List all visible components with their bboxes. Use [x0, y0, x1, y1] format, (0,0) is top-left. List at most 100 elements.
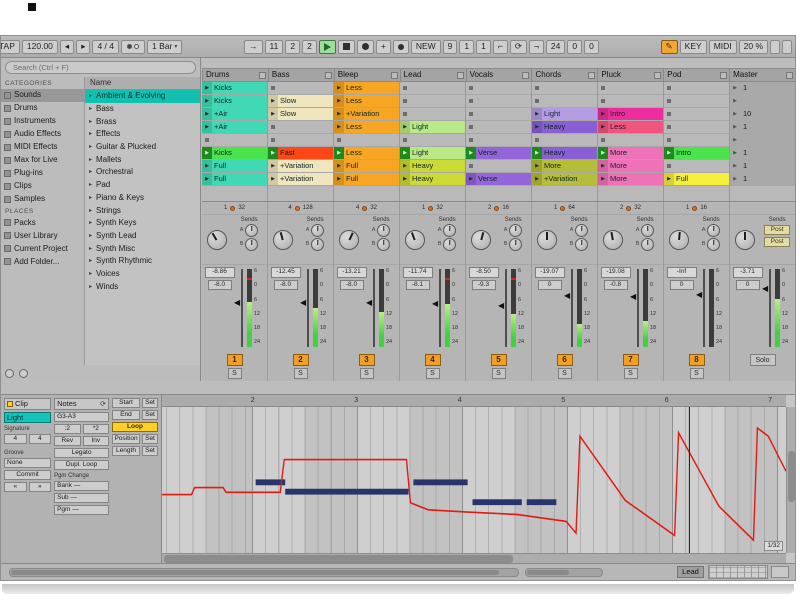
send-knob-b[interactable]: [443, 238, 456, 251]
note-range-field[interactable]: G3-A3: [54, 412, 109, 422]
clip-air[interactable]: ▶+Air: [202, 108, 267, 120]
io-routing[interactable]: 132: [400, 202, 465, 215]
clip-slot[interactable]: [664, 160, 729, 173]
clip-slot[interactable]: ▶More: [598, 160, 663, 173]
clip-slot[interactable]: [268, 134, 333, 147]
clip-play-icon[interactable]: ▶: [664, 173, 674, 185]
clip-play-icon[interactable]: ▶: [202, 121, 212, 133]
clip-slot[interactable]: ▶Less: [334, 147, 399, 160]
clip-play-icon[interactable]: ▶: [400, 173, 410, 185]
editor-lanes[interactable]: 1/32: [162, 407, 786, 553]
cue-post-button-b[interactable]: Post: [764, 237, 790, 247]
clip-kicks[interactable]: ▶Kicks: [202, 82, 267, 94]
loop-length-sixteenths[interactable]: 0: [584, 40, 599, 54]
tab-notes[interactable]: Notes⟳: [54, 398, 109, 410]
clip-slot[interactable]: [400, 134, 465, 147]
commit-button[interactable]: Commit: [4, 470, 51, 480]
signature-numerator-field[interactable]: 4: [4, 434, 27, 444]
clip-slot[interactable]: ▶Less: [334, 121, 399, 134]
clip-slot[interactable]: ▶More: [598, 173, 663, 186]
send-knob-a[interactable]: [641, 224, 654, 237]
io-routing[interactable]: 216: [466, 202, 531, 215]
volume-value-field[interactable]: 0: [670, 280, 694, 290]
browser-item-synth-lead[interactable]: ▸Synth Lead: [85, 230, 200, 243]
peak-level-display[interactable]: -8.50: [469, 267, 499, 278]
io-routing[interactable]: 4128: [268, 202, 333, 215]
position-set-button[interactable]: Set: [142, 434, 158, 444]
clip-slot[interactable]: [598, 82, 663, 95]
scene-slot[interactable]: ▶10: [730, 108, 795, 121]
clip-full[interactable]: ▶Full: [202, 173, 267, 185]
nudge-down-button[interactable]: ◂: [60, 40, 74, 54]
send-knob-b[interactable]: [641, 238, 654, 251]
clip-play-icon[interactable]: ▶: [400, 160, 410, 172]
clip-slot[interactable]: ▶+Variation: [334, 108, 399, 121]
clip-slot[interactable]: [598, 95, 663, 108]
clip-slow[interactable]: ▶Slow: [268, 108, 333, 120]
clip-verse[interactable]: ▶Verse: [466, 147, 531, 159]
clip-stop-button[interactable]: [469, 138, 473, 142]
midi-note[interactable]: [413, 479, 467, 485]
track-header-drums[interactable]: Drums: [202, 68, 269, 82]
clip-play-icon[interactable]: ▶: [334, 147, 344, 159]
clip-variation[interactable]: ▶+Variation: [268, 173, 333, 185]
clip-slot[interactable]: ▶Fast: [268, 147, 333, 160]
track-header-lead[interactable]: Lead: [401, 68, 467, 82]
clip-heavy[interactable]: ▶Heavy: [532, 121, 597, 133]
browser-item-bass[interactable]: ▸Bass: [85, 103, 200, 116]
clip-slot[interactable]: ▶+Variation: [268, 173, 333, 186]
volume-fader[interactable]: ◀: [368, 267, 377, 351]
clip-slot[interactable]: ▶+Air: [202, 121, 267, 134]
clip-play-icon[interactable]: ▶: [202, 160, 212, 172]
browser-item-orchestral[interactable]: ▸Orchestral: [85, 166, 200, 179]
volume-fader[interactable]: ◀: [566, 267, 575, 351]
sidebar-item-packs[interactable]: Packs: [1, 216, 84, 229]
punch-out-button[interactable]: ¬: [529, 40, 544, 54]
clip-kicks[interactable]: ▶Kicks: [202, 147, 267, 159]
scene-slot[interactable]: ▶: [730, 134, 795, 147]
clip-stop-button[interactable]: [667, 164, 671, 168]
key-map-button[interactable]: KEY: [680, 40, 707, 54]
clip-slot[interactable]: ▶Full: [664, 173, 729, 186]
peak-level-display[interactable]: -Inf: [667, 267, 697, 278]
pan-knob[interactable]: [339, 230, 359, 250]
volume-value-field[interactable]: -8.0: [274, 280, 298, 290]
scene-play-icon[interactable]: ▶: [730, 138, 740, 143]
send-knob-a[interactable]: [245, 224, 258, 237]
clip-slot[interactable]: [664, 82, 729, 95]
nudge-back-button[interactable]: «: [4, 482, 27, 492]
clip-intro[interactable]: ▶Intro: [598, 108, 663, 120]
scene-slot[interactable]: ▶1: [730, 121, 795, 134]
clip-stop-button[interactable]: [601, 86, 605, 90]
fader-handle[interactable]: ◀: [432, 300, 438, 308]
bottom-scrollbar-thumb[interactable]: [11, 570, 499, 575]
clip-slot[interactable]: ▶Light: [532, 108, 597, 121]
nudge-up-button[interactable]: ▸: [76, 40, 90, 54]
clip-play-icon[interactable]: ▶: [334, 95, 344, 107]
track-header-bass[interactable]: Bass: [269, 68, 335, 82]
clip-stop-button[interactable]: [601, 138, 605, 142]
clip-full[interactable]: ▶Full: [334, 173, 399, 185]
clip-slot[interactable]: ▶+Air: [202, 108, 267, 121]
clip-stop-button[interactable]: [535, 99, 539, 103]
clip-heavy[interactable]: ▶Heavy: [400, 160, 465, 172]
clip-variation[interactable]: ▶+Variation: [268, 160, 333, 172]
nudge-forward-button[interactable]: »: [29, 482, 52, 492]
clip-full[interactable]: ▶Full: [334, 160, 399, 172]
clip-slot[interactable]: [268, 121, 333, 134]
scene-play-icon[interactable]: ▶: [730, 177, 740, 182]
solo-button[interactable]: S: [426, 368, 440, 379]
clip-play-icon[interactable]: ▶: [598, 160, 608, 172]
clip-slot[interactable]: [664, 95, 729, 108]
clip-play-icon[interactable]: ▶: [532, 121, 542, 133]
clip-slot[interactable]: [466, 134, 531, 147]
pan-knob[interactable]: [669, 230, 689, 250]
pan-knob[interactable]: [537, 230, 557, 250]
browser-item-pad[interactable]: ▸Pad: [85, 179, 200, 192]
clip-stop-button[interactable]: [205, 138, 209, 142]
clip-slot[interactable]: ▶Heavy: [532, 147, 597, 160]
browser-item-strings[interactable]: ▸Strings: [85, 204, 200, 217]
loop-toggle-button[interactable]: Loop: [112, 422, 158, 432]
scene-slot[interactable]: ▶: [730, 95, 795, 108]
pan-knob[interactable]: [207, 230, 227, 250]
